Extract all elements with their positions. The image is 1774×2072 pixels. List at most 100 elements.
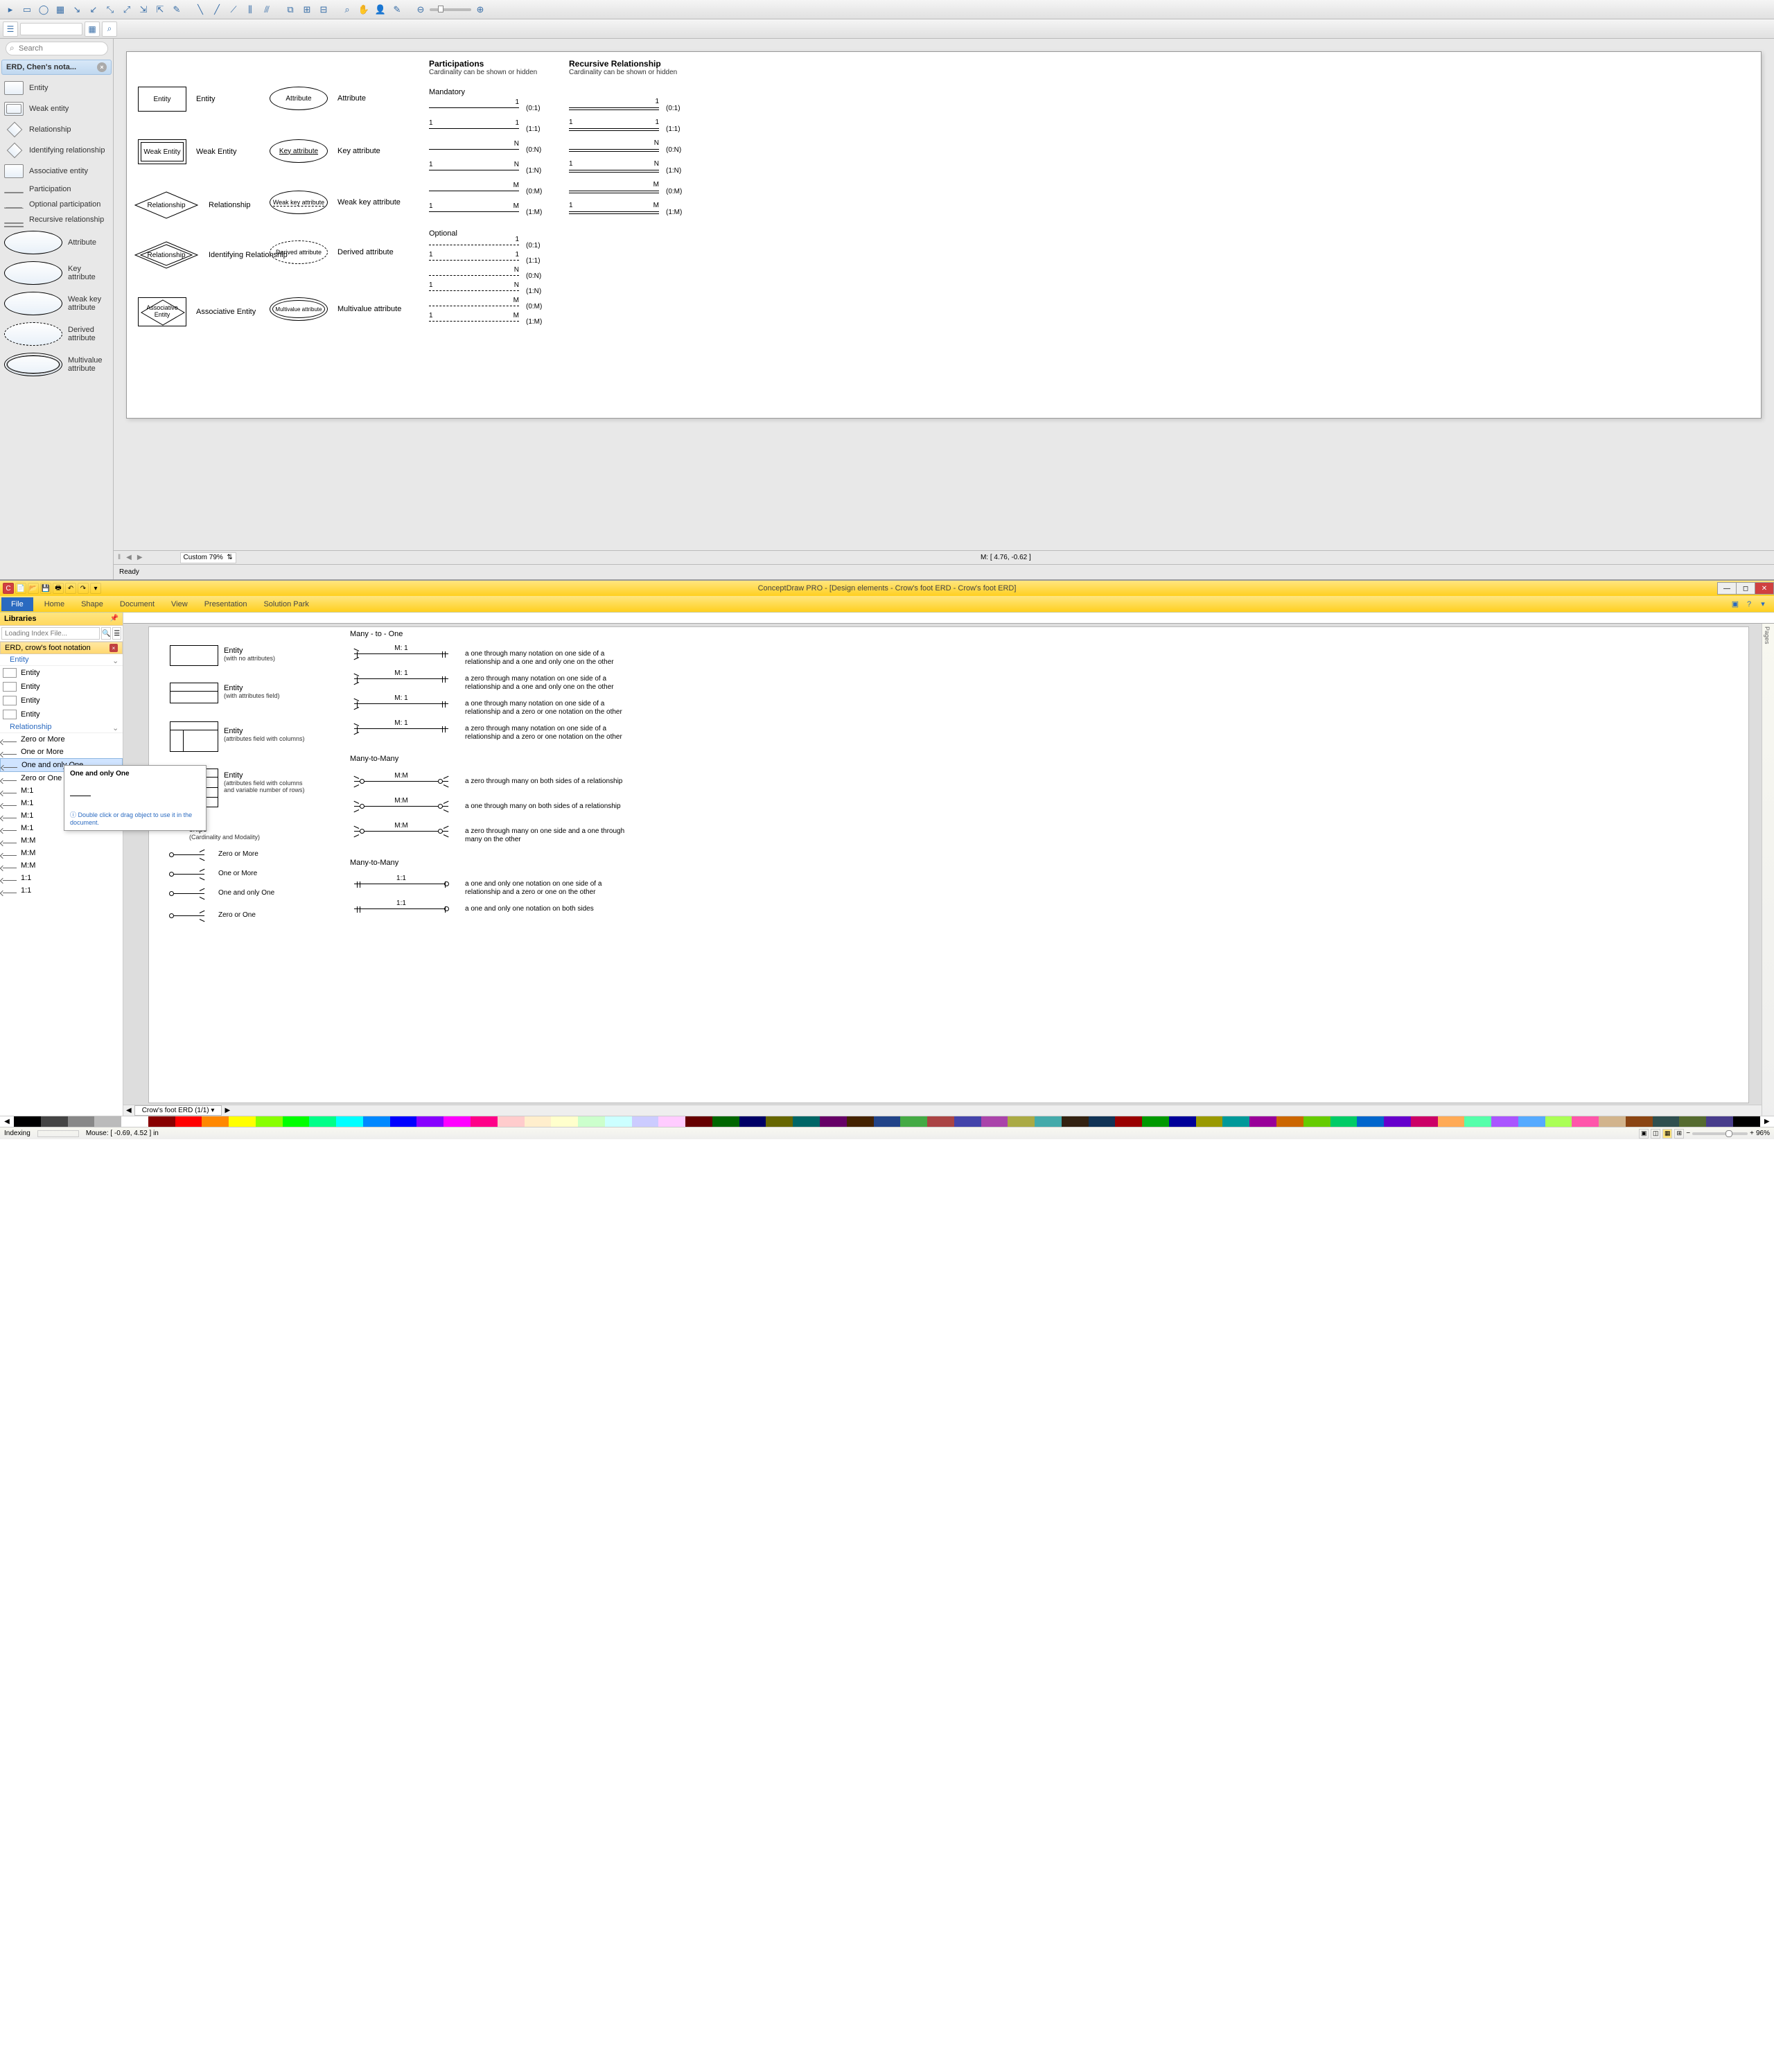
- color-swatch[interactable]: [121, 1116, 148, 1127]
- color-swatch[interactable]: [578, 1116, 605, 1127]
- lib-item-rel-12[interactable]: 1:1: [0, 884, 123, 897]
- zoom-out-2[interactable]: −: [1686, 1130, 1690, 1137]
- color-swatch[interactable]: [1384, 1116, 1411, 1127]
- color-swatch[interactable]: [1169, 1116, 1196, 1127]
- lib-item-entity-0[interactable]: Entity: [0, 666, 123, 680]
- tool-line1[interactable]: ╲: [193, 2, 208, 17]
- color-swatch[interactable]: [1303, 1116, 1330, 1127]
- color-swatch[interactable]: [202, 1116, 229, 1127]
- tool-connector6[interactable]: ⇱: [152, 2, 168, 17]
- color-swatch[interactable]: [148, 1116, 175, 1127]
- color-swatch[interactable]: [1035, 1116, 1062, 1127]
- shape-assoc-entity[interactable]: Associative Entity: [138, 297, 186, 326]
- color-swatch[interactable]: [175, 1116, 202, 1127]
- sidebar-item-recursive[interactable]: Recursive relationship: [0, 212, 113, 227]
- window-icon[interactable]: ▣: [1730, 599, 1741, 610]
- color-swatch[interactable]: [1626, 1116, 1653, 1127]
- rel-line-short-0[interactable]: [170, 854, 204, 855]
- menu-presentation[interactable]: Presentation: [196, 600, 256, 608]
- panel-find[interactable]: ⌕: [102, 21, 117, 37]
- lib-item-rel-9[interactable]: M:M: [0, 847, 123, 859]
- shape-key-attr[interactable]: Key attribute: [270, 139, 328, 163]
- color-swatch[interactable]: [1599, 1116, 1626, 1127]
- zoom-slider[interactable]: [430, 8, 471, 11]
- rel-line-m1-0[interactable]: M: 1a one through many notation on one s…: [354, 653, 448, 654]
- shape-derived-attr[interactable]: Derived attribute: [270, 240, 328, 264]
- color-swatch[interactable]: [739, 1116, 766, 1127]
- tool-rect[interactable]: ▭: [19, 2, 35, 17]
- file-menu[interactable]: File: [1, 597, 33, 611]
- color-swatch[interactable]: [68, 1116, 95, 1127]
- tool-chart2[interactable]: ⊞: [299, 2, 315, 17]
- lib-item-entity-3[interactable]: Entity: [0, 708, 123, 721]
- tool-edit[interactable]: ✎: [169, 2, 184, 17]
- tool-connector3[interactable]: ⤡: [103, 2, 118, 17]
- lib-item-rel-10[interactable]: M:M: [0, 859, 123, 872]
- color-swatch[interactable]: [444, 1116, 471, 1127]
- menu-home[interactable]: Home: [36, 600, 73, 608]
- shape-relationship[interactable]: Relationship: [134, 191, 199, 220]
- color-swatch[interactable]: [1733, 1116, 1760, 1127]
- tool-align2[interactable]: ⫻: [259, 2, 274, 17]
- sidebar-header[interactable]: ERD, Chen's nota... ×: [1, 60, 112, 75]
- color-swatch[interactable]: [551, 1116, 578, 1127]
- rel-line-mm-2[interactable]: M:Ma zero through many on one side and a…: [354, 831, 448, 832]
- tool-user[interactable]: 👤: [373, 2, 388, 17]
- lib-item-rel-1[interactable]: One or More: [0, 746, 123, 758]
- search-input[interactable]: [6, 42, 108, 55]
- color-swatch[interactable]: [1062, 1116, 1089, 1127]
- cardinality-line[interactable]: M: [429, 306, 519, 314]
- tool-connector1[interactable]: ↘: [69, 2, 85, 17]
- shape-multivalue-attr[interactable]: Multivalue attribute: [270, 297, 328, 321]
- shape-weak-key-attr[interactable]: Weak key attribute: [270, 191, 328, 214]
- lib-item-rel-11[interactable]: 1:1: [0, 872, 123, 884]
- color-swatch[interactable]: [283, 1116, 310, 1127]
- qat-redo[interactable]: ↷: [78, 583, 89, 594]
- shape-entity[interactable]: Entity: [138, 87, 186, 112]
- menu-document[interactable]: Document: [112, 600, 163, 608]
- color-swatch[interactable]: [416, 1116, 444, 1127]
- color-swatch[interactable]: [41, 1116, 68, 1127]
- nav-next[interactable]: ▶: [137, 554, 143, 561]
- tool-dropper[interactable]: ✎: [389, 2, 405, 17]
- cardinality-line[interactable]: 11: [569, 128, 659, 137]
- zoom-in-2[interactable]: +: [1750, 1130, 1754, 1137]
- cardinality-line[interactable]: 1: [429, 245, 519, 253]
- color-swatch[interactable]: [1464, 1116, 1491, 1127]
- menu-shape[interactable]: Shape: [73, 600, 112, 608]
- sidebar-item-opt-participation[interactable]: Optional participation: [0, 197, 113, 212]
- lib-item-entity-1[interactable]: Entity: [0, 680, 123, 694]
- help-icon[interactable]: ?: [1744, 599, 1755, 610]
- rel-line-m1-1[interactable]: M: 1a zero through many notation on one …: [354, 678, 448, 679]
- sidebar-item-relationship[interactable]: Relationship: [0, 119, 113, 140]
- qat-undo[interactable]: ↶: [65, 583, 76, 594]
- sidebar-item-key-attr[interactable]: Key attribute: [0, 258, 113, 288]
- color-swatch[interactable]: [900, 1116, 927, 1127]
- color-swatch[interactable]: [1518, 1116, 1545, 1127]
- group-entity[interactable]: Entity: [0, 654, 123, 666]
- cardinality-line[interactable]: N: [569, 149, 659, 157]
- color-swatch[interactable]: [1411, 1116, 1438, 1127]
- search-icon[interactable]: 🔍: [101, 627, 111, 640]
- cardinality-line[interactable]: 11: [429, 260, 519, 268]
- rel-line-short-3[interactable]: [170, 915, 204, 916]
- rel-line-short-2[interactable]: [170, 893, 204, 894]
- entity-box-1[interactable]: [170, 645, 218, 666]
- cardinality-line[interactable]: 1N: [429, 170, 519, 178]
- color-swatch[interactable]: [14, 1116, 41, 1127]
- cardinality-line[interactable]: 1: [569, 107, 659, 116]
- minimize-button[interactable]: —: [1717, 582, 1737, 595]
- canvas-area-1[interactable]: Participations Cardinality can be shown …: [114, 39, 1774, 579]
- color-swatch[interactable]: [605, 1116, 632, 1127]
- color-swatch[interactable]: [471, 1116, 498, 1127]
- color-swatch[interactable]: [1653, 1116, 1680, 1127]
- sidebar-item-weak-key-attr[interactable]: Weak key attribute: [0, 288, 113, 319]
- pages-tab[interactable]: Pages: [1762, 624, 1772, 647]
- tool-connector4[interactable]: ⤢: [119, 2, 134, 17]
- lib-search-input[interactable]: [1, 627, 100, 640]
- color-swatch[interactable]: [1545, 1116, 1572, 1127]
- color-swatch[interactable]: [256, 1116, 283, 1127]
- sidebar-item-assoc-entity[interactable]: Associative entity: [0, 161, 113, 182]
- tool-chart1[interactable]: ⧉: [283, 2, 298, 17]
- page-tab[interactable]: Crow's foot ERD (1/1) ▾: [134, 1105, 222, 1116]
